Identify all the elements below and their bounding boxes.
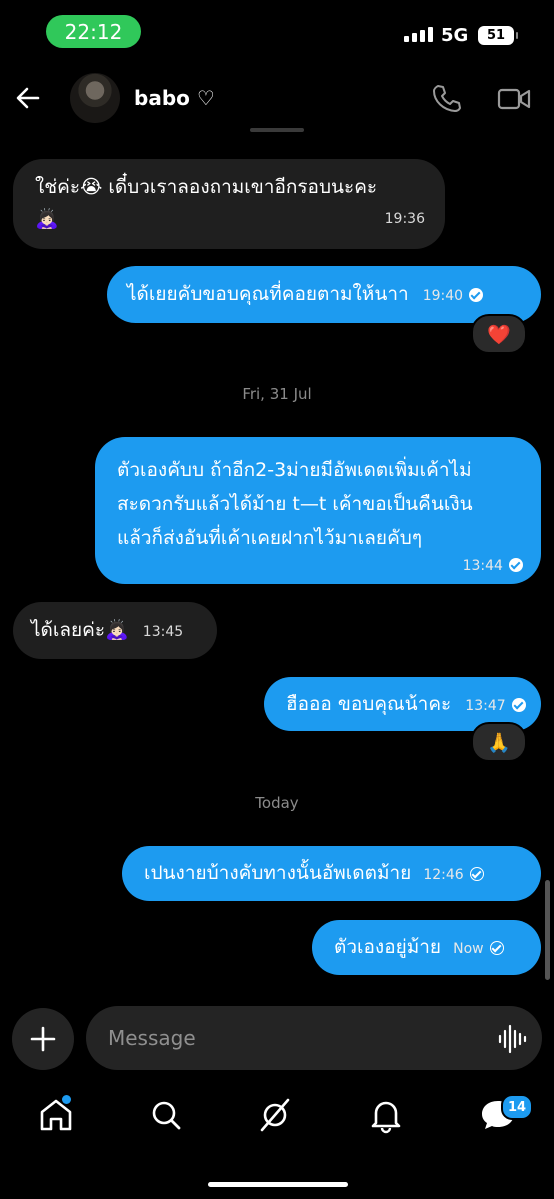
signal-icon [404, 27, 433, 42]
scroll-indicator [250, 128, 304, 132]
contact-name[interactable]: babo ♡ [134, 86, 215, 110]
message-time: 13:45 [142, 624, 184, 640]
reaction-heart[interactable]: ❤️ [471, 314, 527, 354]
message-text: ตัวเองอยู่ม้าย [334, 936, 442, 958]
message-emoji: 🙇🏻‍♀️ [35, 208, 59, 230]
scrollbar[interactable] [545, 880, 550, 980]
search-icon[interactable] [146, 1095, 186, 1135]
message-time: 19:40 [422, 288, 464, 304]
message-text: ได้เยยคับขอบคุณที่คอยตามให้นาา [127, 283, 409, 305]
message-time: 13:44 [462, 558, 503, 574]
message-outgoing[interactable]: เปนงายบ้างคับทางนั้นอัพเดตม้าย 12:46 [122, 846, 541, 901]
message-outgoing[interactable]: ได้เยยคับขอบคุณที่คอยตามให้นาา 19:40 [107, 266, 541, 323]
video-icon[interactable] [497, 85, 531, 113]
message-line: สะดวกรับแล้วได้ม้าย t—t เค้าขอเป็นคืนเงิ… [117, 493, 473, 515]
grok-icon[interactable] [255, 1095, 295, 1135]
status-time: 22:12 [46, 15, 141, 48]
avatar[interactable] [70, 73, 120, 123]
add-attachment-button[interactable] [12, 1008, 74, 1070]
notifications-bell-icon[interactable] [366, 1095, 406, 1135]
message-line: แล้วก็ส่งอันที่เค้าเคยฝากไว้มาเลยคับๆ [117, 527, 423, 549]
message-time: 19:36 [384, 211, 425, 227]
message-outgoing[interactable]: ตัวเองคับบ ถ้าอีก2-3ม่ายมีอัพเดตเพิ่มเค้… [95, 437, 541, 584]
date-separator: Today [255, 794, 299, 812]
voice-waveform-icon[interactable] [497, 1024, 527, 1054]
message-text: เปนงายบ้างคับทางนั้นอัพเดตม้าย [144, 862, 412, 884]
read-check-icon [509, 558, 523, 572]
message-text: ฮือออ ขอบคุณน้าคะ [286, 693, 452, 715]
message-time: Now [453, 941, 484, 957]
message-time: 13:47 [465, 698, 506, 714]
message-time: 12:46 [423, 867, 464, 883]
plus-icon [30, 1026, 56, 1052]
read-check-icon [511, 698, 526, 712]
battery-icon: 51 [478, 26, 518, 45]
message-outgoing[interactable]: ตัวเองอยู่ม้าย Now [312, 920, 541, 975]
date-separator: Fri, 31 Jul [242, 385, 312, 403]
read-check-icon [469, 288, 484, 302]
message-input[interactable]: Message [86, 1006, 542, 1070]
message-text: ได้เลยค่ะ🙇🏻‍♀️ [31, 619, 129, 641]
home-indicator [208, 1182, 348, 1187]
message-text: ใช่ค่ะ😭 เดี๋บวเราลองถามเขาอีกรอบนะคะ [35, 176, 378, 198]
reaction-pray[interactable]: 🙏 [471, 722, 527, 762]
sent-check-icon [489, 941, 504, 955]
sent-check-icon [469, 867, 484, 881]
messages-badge: 14 [501, 1094, 533, 1120]
network-label: 5G [441, 25, 469, 46]
notification-dot [62, 1095, 71, 1104]
phone-icon[interactable] [431, 83, 461, 113]
back-arrow-icon[interactable] [12, 82, 44, 114]
message-incoming[interactable]: ได้เลยค่ะ🙇🏻‍♀️ 13:45 [13, 602, 217, 659]
message-incoming[interactable]: ใช่ค่ะ😭 เดี๋บวเราลองถามเขาอีกรอบนะคะ 🙇🏻‍… [13, 159, 445, 249]
message-line: ตัวเองคับบ ถ้าอีก2-3ม่ายมีอัพเดตเพิ่มเค้… [117, 459, 472, 481]
